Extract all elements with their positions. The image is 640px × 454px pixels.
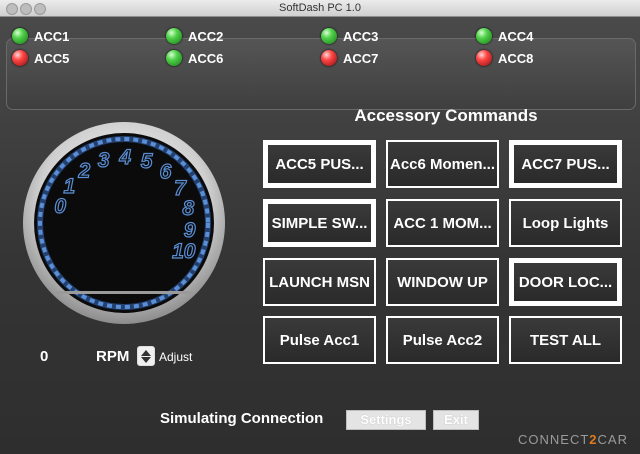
- acc-label: ACC2: [188, 28, 224, 44]
- acc6-indicator: ACC6: [166, 49, 223, 67]
- gauge-scale-label: 8: [182, 197, 194, 220]
- rpm-adjust-stepper[interactable]: [137, 346, 155, 366]
- command-button-acc1-momentary[interactable]: ACC 1 MOM...: [386, 199, 499, 247]
- acc-label: ACC4: [498, 28, 534, 44]
- status-led-icon: [12, 50, 28, 66]
- command-button-pulse-acc2[interactable]: Pulse Acc2: [386, 316, 499, 364]
- command-button-window-up[interactable]: WINDOW UP: [386, 258, 499, 306]
- acc8-indicator: ACC8: [476, 49, 533, 67]
- acc4-indicator: ACC4: [476, 27, 533, 45]
- status-led-icon: [321, 28, 337, 44]
- gauge-scale-label: 4: [118, 146, 131, 169]
- status-led-icon: [166, 28, 182, 44]
- stepper-down-icon[interactable]: [141, 356, 151, 363]
- gauge-scale-label: 0: [54, 195, 66, 218]
- close-window-button[interactable]: [6, 3, 18, 15]
- acc5-indicator: ACC5: [12, 49, 69, 67]
- command-button-simple-switch[interactable]: SIMPLE SW...: [263, 199, 376, 247]
- acc-label: ACC5: [34, 50, 70, 66]
- window-title: SoftDash PC 1.0: [279, 2, 361, 14]
- commands-title: Accessory Commands: [354, 106, 538, 125]
- acc-label: ACC3: [343, 28, 379, 44]
- connection-status: Simulating Connection: [160, 410, 324, 427]
- status-led-icon: [166, 50, 182, 66]
- command-button-test-all[interactable]: TEST ALL: [509, 316, 622, 364]
- acc3-indicator: ACC3: [321, 27, 378, 45]
- acc-label: ACC8: [498, 50, 534, 66]
- command-button-acc5-push[interactable]: ACC5 PUS...: [263, 140, 376, 188]
- acc-label: ACC1: [34, 28, 70, 44]
- acc7-indicator: ACC7: [321, 49, 378, 67]
- gauge-scale-label: 1: [63, 175, 75, 198]
- rpm-value: 0: [40, 348, 49, 365]
- acc-label: ACC6: [188, 50, 224, 66]
- command-button-acc6-momentary[interactable]: Acc6 Momen...: [386, 140, 499, 188]
- settings-button[interactable]: Settings: [346, 410, 426, 430]
- acc-label: ACC7: [343, 50, 379, 66]
- gauge-scale-label: 2: [77, 159, 90, 182]
- exit-button[interactable]: Exit: [433, 410, 479, 430]
- status-led-icon: [476, 50, 492, 66]
- status-led-icon: [321, 50, 337, 66]
- adjust-label: Adjust: [159, 350, 193, 364]
- command-button-launch-msn[interactable]: LAUNCH MSN: [263, 258, 376, 306]
- command-button-acc7-push[interactable]: ACC7 PUS...: [509, 140, 622, 188]
- gauge-scale-label: 10: [172, 240, 196, 263]
- zoom-window-button[interactable]: [34, 3, 46, 15]
- gauge-scale-label: 5: [141, 150, 153, 173]
- window-titlebar: SoftDash PC 1.0: [0, 0, 640, 17]
- status-led-icon: [12, 28, 28, 44]
- command-button-loop-lights[interactable]: Loop Lights: [509, 199, 622, 247]
- brand-left: CONNECT: [518, 432, 590, 447]
- minimize-window-button[interactable]: [20, 3, 32, 15]
- brand-right: CAR: [597, 432, 628, 447]
- gauge-scale-label: 9: [184, 219, 196, 242]
- acc2-indicator: ACC2: [166, 27, 223, 45]
- stepper-up-icon[interactable]: [141, 349, 151, 356]
- brand-accent: 2: [589, 432, 598, 447]
- command-button-pulse-acc1[interactable]: Pulse Acc1: [263, 316, 376, 364]
- gauge-baseline: [56, 291, 192, 294]
- gauge-scale-label: 6: [160, 161, 172, 184]
- command-button-door-lock[interactable]: DOOR LOC...: [509, 258, 622, 306]
- rpm-label: RPM: [96, 348, 130, 365]
- brand-logo: CONNECT2CAR: [518, 432, 628, 447]
- status-led-icon: [476, 28, 492, 44]
- rpm-gauge: 012 3 4 5 678910: [23, 122, 225, 324]
- acc1-indicator: ACC1: [12, 27, 69, 45]
- gauge-scale-label: 3: [98, 149, 110, 172]
